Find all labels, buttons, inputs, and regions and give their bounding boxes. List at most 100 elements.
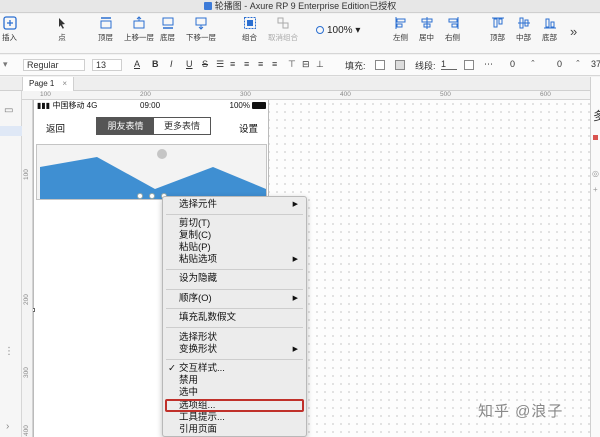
bring-front-icon [99, 16, 113, 30]
menu-item-paste-options[interactable]: 粘贴选项 ▶ [163, 254, 306, 266]
back-button[interactable]: 返回 [46, 121, 65, 135]
axure-app-icon [203, 2, 212, 10]
menu-item-order[interactable]: 顺序(O) ▶ [163, 293, 306, 305]
menu-item-copy[interactable]: 复制(C) [163, 230, 306, 242]
send-to-back-button[interactable]: 底层 [160, 16, 175, 43]
line-style-icon[interactable]: ⋯ [484, 59, 493, 70]
phone-nav-bar: 返回 朋友表情 更多表情 设置 [34, 116, 270, 138]
underline-button[interactable]: U [186, 59, 193, 69]
bring-forward-icon [132, 16, 146, 30]
width-value[interactable]: 37 [591, 59, 600, 69]
carousel-image-placeholder[interactable] [36, 144, 267, 200]
segment-more-emoji[interactable]: 更多表情 [154, 118, 210, 134]
menu-item-paste[interactable]: 粘贴(P) [163, 242, 306, 254]
text-color-button[interactable]: A [134, 59, 140, 69]
pointer-icon [55, 16, 69, 30]
segment-friends-emoji[interactable]: 朋友表情 [97, 118, 154, 134]
menu-item-disable[interactable]: 禁用 [163, 375, 306, 387]
ungroup-button[interactable]: 取消组合 [268, 16, 298, 43]
toolbar-more-button[interactable]: » [570, 24, 577, 39]
menu-item-selected[interactable]: 选中 [163, 387, 306, 399]
text-align-right-icon[interactable]: ≡ [258, 59, 263, 69]
zoom-control[interactable]: 100% ▾ [316, 25, 360, 36]
chevron-down-icon[interactable]: ▾ [3, 59, 8, 70]
menu-item-cut[interactable]: 剪切(T) [163, 218, 306, 230]
align-bottom-icon [543, 16, 557, 30]
valign-bottom-icon[interactable]: ⊥ [316, 59, 324, 70]
valign-middle-icon[interactable]: ⊟ [302, 59, 310, 70]
add-icon[interactable]: + [593, 185, 598, 194]
align-bottom-button[interactable]: 底部 [542, 16, 557, 43]
font-style-select[interactable]: Regular [23, 59, 85, 71]
menu-item-transform-shape[interactable]: 变换形状 ▶ [163, 344, 306, 356]
menu-separator [166, 308, 303, 309]
fill-color-swatch[interactable] [375, 60, 385, 70]
menu-item-select-shape[interactable]: 选择形状 [163, 332, 306, 344]
align-left-button[interactable]: 左侧 [393, 16, 408, 43]
expand-icon[interactable]: › [6, 421, 9, 432]
line-width-value[interactable]: 1 [441, 59, 457, 70]
align-right-icon [446, 16, 460, 30]
watermark-text: 知乎 @浪子 [478, 403, 564, 420]
menu-item-select-widget[interactable]: 选择元件 ▶ [163, 199, 306, 211]
status-time: 09:00 [140, 101, 161, 110]
align-middle-button[interactable]: 中部 [516, 16, 531, 43]
align-top-button[interactable]: 顶部 [490, 16, 505, 43]
fill-label: 填充: [345, 61, 366, 71]
design-canvas[interactable]: ▮▮▮ 中国移动 4G 09:00 100% 返回 朋友表情 更多表情 设置 [33, 100, 590, 437]
resize-handle[interactable] [33, 308, 35, 312]
group-button[interactable]: 组合 [242, 16, 257, 43]
left-panel-strip: ▭ ⋮ › [0, 91, 22, 437]
valign-top-icon[interactable]: ⊤ [288, 59, 296, 70]
submenu-arrow-icon: ▶ [292, 295, 298, 302]
menu-item-tooltip[interactable]: 工具提示... [163, 412, 306, 424]
bring-to-front-button[interactable]: 顶层 [98, 16, 113, 43]
settings-button[interactable]: 设置 [239, 121, 258, 135]
line-color-swatch[interactable] [464, 60, 474, 70]
font-size-select[interactable]: 13 [92, 59, 122, 71]
bring-forward-button[interactable]: 上移一层 [124, 16, 154, 43]
menu-item-lorem-ipsum[interactable]: 填充乱数假文 [163, 312, 306, 324]
segmented-control[interactable]: 朋友表情 更多表情 [96, 117, 211, 135]
battery-status: 100% [230, 100, 266, 112]
menu-item-reference-page[interactable]: 引用页面 [163, 424, 306, 436]
align-left-icon [394, 16, 408, 30]
fill-style-swatch[interactable] [395, 60, 405, 70]
carousel-dot[interactable] [149, 193, 155, 199]
submenu-arrow-icon: ▶ [292, 346, 298, 353]
ungroup-icon [276, 16, 290, 30]
align-center-button[interactable]: 居中 [419, 16, 434, 43]
target-icon[interactable]: ◎ [592, 169, 599, 178]
text-justify-icon[interactable]: ≡ [272, 59, 277, 69]
menu-item-hide[interactable]: 设为隐藏 [163, 273, 306, 285]
close-icon[interactable]: × [62, 79, 67, 88]
submenu-arrow-icon: ▶ [292, 256, 298, 263]
tab-page-1[interactable]: Page 1 × [22, 77, 75, 91]
list-icon[interactable]: ☰ [216, 59, 224, 70]
collapse-icon[interactable]: ⋮ [4, 346, 14, 357]
italic-button[interactable]: I [170, 59, 173, 69]
carousel-dot[interactable] [137, 193, 143, 199]
align-top-icon [491, 16, 505, 30]
strikethrough-button[interactable]: S [202, 59, 208, 69]
point-tool-button[interactable]: 点 [55, 16, 69, 43]
send-backward-button[interactable]: 下移一层 [186, 16, 216, 43]
align-middle-icon [517, 16, 531, 30]
y-position-value[interactable]: 0 [557, 59, 562, 69]
submenu-arrow-icon: ▶ [292, 201, 298, 208]
signal-icon: ▮▮▮ [37, 101, 51, 110]
align-right-button[interactable]: 右侧 [445, 16, 460, 43]
menu-item-interaction-styles[interactable]: ✓ 交互样式... [163, 363, 306, 375]
selected-page-row[interactable] [0, 126, 22, 136]
bold-button[interactable]: B [152, 59, 159, 69]
error-badge-icon [593, 135, 598, 140]
x-stepper-icon[interactable]: ⌃ [530, 59, 536, 67]
folder-icon[interactable]: ▭ [4, 105, 13, 116]
insert-button[interactable]: 插入 [2, 16, 17, 43]
text-align-center-icon[interactable]: ≡ [244, 59, 249, 69]
menu-separator [166, 327, 303, 328]
x-position-value[interactable]: 0 [510, 59, 515, 69]
highlight-annotation-box [165, 399, 304, 412]
text-align-left-icon[interactable]: ≡ [230, 59, 235, 69]
y-stepper-icon[interactable]: ⌃ [575, 59, 581, 67]
